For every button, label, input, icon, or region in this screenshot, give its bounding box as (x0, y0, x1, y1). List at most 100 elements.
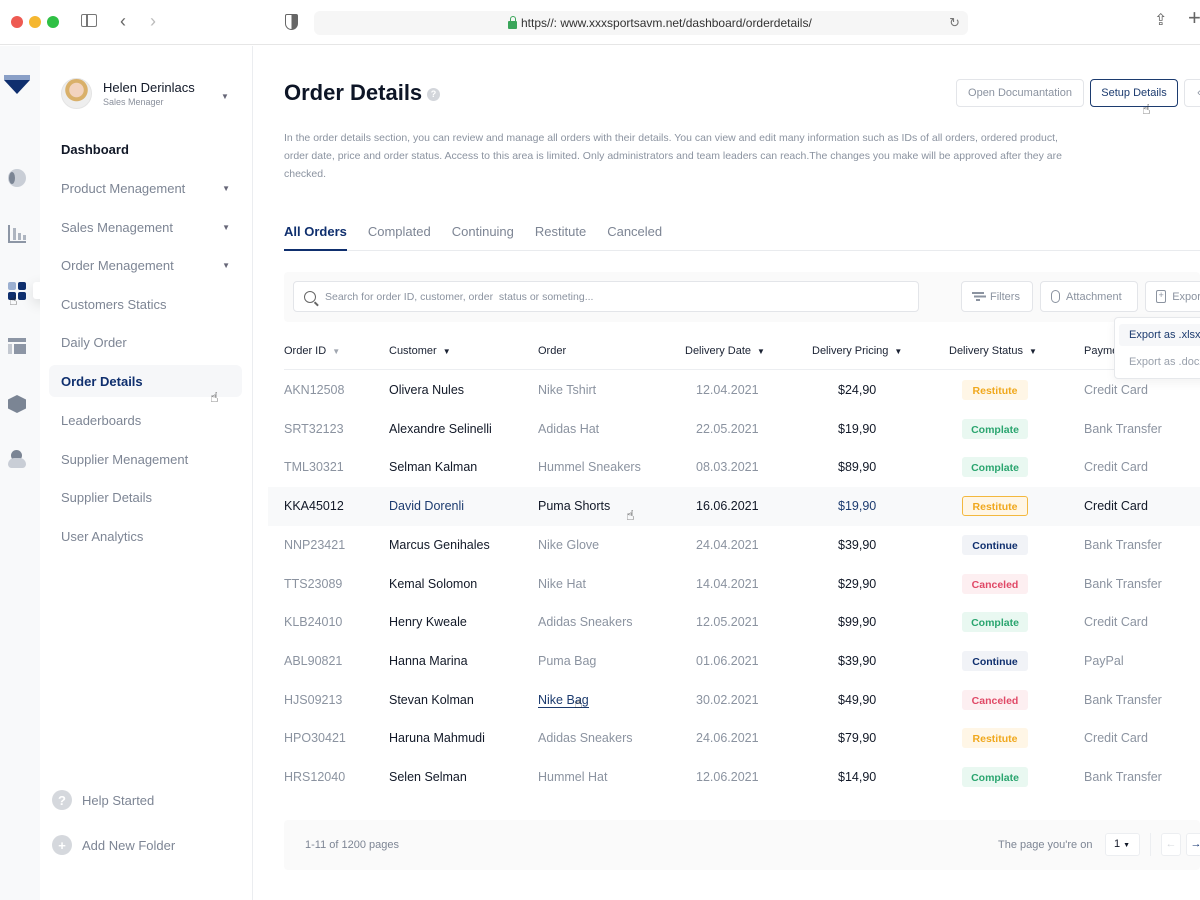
help-icon: ? (52, 790, 72, 810)
sidebar-item-label: Sales Menagement (61, 219, 174, 235)
address-bar[interactable]: https//: www.xxxsportsavm.net/dashboard/… (314, 11, 968, 35)
delivery-date-cell: 12.04.2021 (696, 383, 759, 397)
open-documentation-button[interactable]: Open Documantation (956, 79, 1084, 107)
profile-caret-icon[interactable]: ▼ (221, 92, 229, 101)
customer-cell[interactable]: Alexandre Selinelli (389, 422, 492, 436)
logo-diamond-icon[interactable] (4, 75, 30, 94)
next-page-button[interactable]: → (1186, 833, 1200, 856)
order-cell[interactable]: Adidas Sneakers (538, 615, 633, 629)
order-cell[interactable]: Nike Tshirt (538, 383, 596, 397)
privacy-shield-icon[interactable] (285, 14, 298, 30)
sidebar-item-daily-order[interactable]: Daily Order (49, 326, 242, 358)
back-icon[interactable]: ‹ (120, 12, 126, 30)
previous-page-button[interactable]: ← (1161, 833, 1181, 856)
customer-cell[interactable]: Henry Kweale (389, 615, 467, 629)
order-cell[interactable]: Adidas Hat (538, 422, 599, 436)
customer-cell[interactable]: David Dorenli (389, 499, 464, 513)
search-icon (304, 290, 316, 303)
sidebar-item-user-analytics[interactable]: User Analytics (49, 520, 242, 552)
order-cell[interactable]: Adidas Sneakers (538, 731, 633, 745)
reload-icon[interactable]: ↻ (949, 15, 960, 31)
delivery-price-cell: $49,90 (838, 692, 877, 707)
page-select[interactable]: 1 ▼ (1105, 833, 1140, 856)
table-row[interactable]: HRS12040 Selen Selman Hummel Hat 12.06.2021… (268, 758, 1200, 797)
hand-cursor-icon: ☝ (574, 694, 583, 711)
sidebar-item-supplier-menagement[interactable]: Supplier Menagement (49, 443, 242, 475)
export-docx-option[interactable]: Export as .docx (1119, 351, 1200, 373)
chevron-down-icon: ▼ (222, 260, 230, 270)
close-window-button[interactable] (11, 16, 23, 28)
column-customer[interactable]: Customer ▼ (389, 345, 451, 357)
export-xlsx-option[interactable]: Export as .xlsx (1119, 324, 1200, 346)
help-icon[interactable]: ? (427, 88, 440, 101)
order-cell[interactable]: Nike Hat (538, 577, 586, 591)
order-cell[interactable]: Hummel Sneakers (538, 460, 641, 474)
table-row[interactable]: KKA45012 David Dorenli Puma Shorts 16.06.20… (268, 487, 1200, 526)
bar-chart-icon[interactable] (8, 225, 26, 243)
payment-cell: Bank Transfer (1084, 576, 1162, 591)
column-delivery-status[interactable]: Delivery Status ▼ (949, 345, 1037, 357)
column-order[interactable]: Order (538, 345, 566, 357)
filters-label: Filters (990, 290, 1020, 303)
sidebar-item-leaderboards[interactable]: Leaderboards (49, 404, 242, 436)
sort-caret-icon: ▼ (332, 347, 341, 356)
customer-cell[interactable]: Selman Kalman (389, 460, 477, 474)
table-row[interactable]: AKN12508 Olivera Nules Nike Tshirt 12.04.20… (268, 371, 1200, 410)
table-row[interactable]: ABL90821 Hanna Marina Puma Bag 01.06.2021 $3… (268, 642, 1200, 681)
add-new-folder-button[interactable]: + Add New Folder (52, 835, 175, 855)
table-row[interactable]: TML30321 Selman Kalman Hummel Sneakers 08.0… (268, 448, 1200, 487)
table-row[interactable]: HPO30421 Haruna Mahmudi Adidas Sneakers 24.… (268, 719, 1200, 758)
help-started-button[interactable]: ? Help Started (52, 790, 154, 810)
users-icon[interactable] (8, 450, 26, 468)
table-row[interactable]: KLB24010 Henry Kweale Adidas Sneakers 12.05… (268, 603, 1200, 642)
export-button[interactable]: + Export (1145, 281, 1200, 312)
column-delivery-pricing[interactable]: Delivery Pricing ▼ (812, 345, 902, 357)
tab-restitute[interactable]: Restitute (535, 218, 586, 251)
order-cell[interactable]: Puma Shorts (538, 499, 610, 513)
setup-details-button[interactable]: Setup Details (1090, 79, 1178, 107)
sidebar-item-label: Daily Order (61, 334, 127, 350)
customer-cell[interactable]: Olivera Nules (389, 383, 464, 397)
user-profile[interactable]: Helen Derinlacs Sales Menager (61, 78, 195, 109)
sidebar-heading-dashboard[interactable]: Dashboard (49, 133, 242, 165)
table-row[interactable]: NNP23421 Marcus Genihales Nike Glove 24.04.… (268, 526, 1200, 565)
minimize-window-button[interactable] (29, 16, 41, 28)
order-cell[interactable]: Hummel Hat (538, 770, 607, 784)
order-cell[interactable]: Puma Bag (538, 654, 596, 668)
customer-cell[interactable]: Hanna Marina (389, 654, 468, 668)
table-row[interactable]: HJS09213 Stevan Kolman Nike Bag 30.02.2021 $… (268, 681, 1200, 720)
page-select-value: 1 (1114, 838, 1121, 850)
customer-cell[interactable]: Haruna Mahmudi (389, 731, 485, 745)
forward-icon[interactable]: › (150, 12, 156, 30)
maximize-window-button[interactable] (47, 16, 59, 28)
column-order-id[interactable]: Order ID ▼ (284, 345, 340, 357)
layout-icon[interactable] (8, 338, 26, 356)
tab-complated[interactable]: Complated (368, 218, 431, 251)
customer-cell[interactable]: Kemal Solomon (389, 577, 477, 591)
sidebar-toggle-icon[interactable] (81, 14, 97, 27)
search-input[interactable] (325, 290, 905, 303)
tab-continuing[interactable]: Continuing (452, 218, 514, 251)
customer-cell[interactable]: Stevan Kolman (389, 693, 474, 707)
delivery-date-cell: 24.06.2021 (696, 731, 759, 746)
moon-icon[interactable] (8, 169, 26, 187)
new-tab-icon[interactable]: + (1188, 7, 1200, 29)
table-row[interactable]: TTS23089 Kemal Solomon Nike Hat 14.04.2021 $… (268, 565, 1200, 604)
tab-canceled[interactable]: Canceled (607, 218, 662, 251)
sidebar-item-order-menagement[interactable]: Order Menagement ▼ (49, 249, 242, 281)
column-delivery-date[interactable]: Delivery Date ▼ (685, 345, 765, 357)
customer-cell[interactable]: Selen Selman (389, 770, 467, 784)
order-cell[interactable]: Nike Glove (538, 538, 599, 552)
sidebar-item-customers-statics[interactable]: Customers Statics (49, 288, 242, 320)
customer-cell[interactable]: Marcus Genihales (389, 538, 490, 552)
filters-button[interactable]: Filters (961, 281, 1033, 312)
more-button[interactable]: ‹ (1184, 79, 1200, 107)
share-icon[interactable]: ⇪ (1154, 13, 1167, 29)
search-box[interactable] (293, 281, 919, 312)
sidebar-item-supplier-details[interactable]: Supplier Details (49, 481, 242, 513)
attachment-button[interactable]: Attachment (1040, 281, 1138, 312)
sidebar-item-product-menagement[interactable]: Product Menagement ▼ (49, 172, 242, 204)
table-row[interactable]: SRT32123 Alexandre Selinelli Adidas Hat 22.… (268, 410, 1200, 449)
sidebar-item-sales-menagement[interactable]: Sales Menagement ▼ (49, 211, 242, 243)
tab-all-orders[interactable]: All Orders (284, 218, 347, 251)
